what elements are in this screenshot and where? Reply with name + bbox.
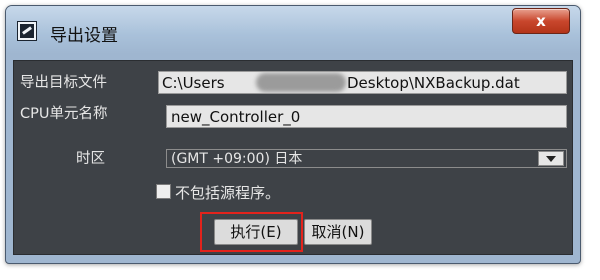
app-icon	[17, 21, 37, 41]
cancel-button[interactable]: 取消(N)	[304, 219, 372, 245]
export-settings-dialog: 导出设置 x 导出目标文件 C:\Users Desktop\NXBackup.…	[5, 5, 581, 264]
exclude-source-label[interactable]: 不包括源程序。	[175, 182, 280, 203]
export-file-path-prefix: C:\Users	[162, 74, 225, 92]
title-bar[interactable]: 导出设置 x	[6, 6, 580, 54]
exclude-source-checkbox[interactable]	[156, 184, 171, 199]
window-title: 导出设置	[50, 26, 118, 46]
timezone-label: 时区	[76, 151, 105, 167]
timezone-select[interactable]: (GMT +09:00) 日本	[166, 149, 567, 168]
export-file-field[interactable]: C:\Users Desktop\NXBackup.dat	[158, 71, 567, 94]
close-icon: x	[536, 12, 546, 30]
cpu-name-label: CPU单元名称	[20, 106, 108, 122]
export-file-label: 导出目标文件	[20, 75, 107, 91]
dialog-body: 导出目标文件 C:\Users Desktop\NXBackup.dat CPU…	[13, 60, 573, 255]
close-button[interactable]: x	[512, 8, 570, 34]
export-file-path-suffix: Desktop\NXBackup.dat	[347, 74, 520, 92]
cpu-name-input[interactable]: new_Controller_0	[166, 105, 567, 128]
execute-button[interactable]: 执行(E)	[214, 219, 298, 245]
timezone-value: (GMT +09:00) 日本	[171, 151, 303, 167]
redacted-username	[256, 73, 346, 92]
chevron-down-icon[interactable]	[538, 151, 564, 166]
